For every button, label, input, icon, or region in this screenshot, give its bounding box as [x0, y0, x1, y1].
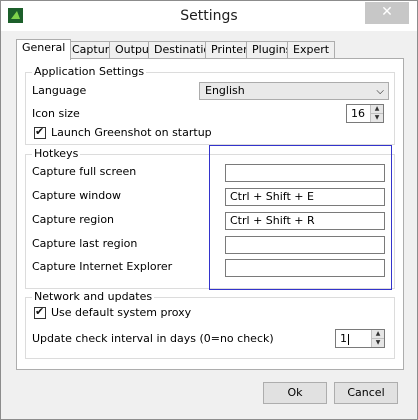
default-proxy-checkbox[interactable]	[34, 305, 46, 319]
hotkey-field-window[interactable]: Ctrl + Shift + E	[225, 188, 385, 206]
chevron-down-icon: ⌵	[376, 86, 384, 97]
icon-size-label: Icon size	[32, 107, 80, 120]
hotkey-label-full-screen: Capture full screen	[32, 165, 137, 178]
hotkey-label-window: Capture window	[32, 189, 121, 202]
spin-arrows-icon[interactable]: ▲ ▼	[370, 105, 383, 122]
update-interval-label: Update check interval in days (0=no chec…	[32, 332, 274, 345]
close-button[interactable]: ✕	[365, 2, 409, 24]
spin-down-icon[interactable]: ▼	[371, 114, 383, 122]
spin-up-icon[interactable]: ▲	[371, 105, 383, 114]
ok-button[interactable]: Ok	[263, 382, 327, 404]
hotkey-label-last-region: Capture last region	[32, 237, 138, 250]
settings-window: Settings ✕ General Capture Output Destin…	[0, 0, 418, 420]
tab-panel-general: Application Settings Language English ⌵ …	[16, 58, 404, 370]
spin-down-icon[interactable]: ▼	[372, 339, 384, 347]
group-title: Application Settings	[32, 65, 147, 78]
application-settings-group: Application Settings Language English ⌵ …	[25, 65, 395, 145]
language-dropdown[interactable]: English ⌵	[199, 82, 389, 100]
text-caret	[348, 333, 349, 345]
default-proxy-label: Use default system proxy	[51, 306, 192, 319]
hotkey-field-internet-explorer[interactable]	[225, 259, 385, 277]
icon-size-stepper[interactable]: 16 ▲ ▼	[346, 104, 384, 123]
icon-size-value: 16	[351, 107, 365, 120]
hotkey-field-region[interactable]: Ctrl + Shift + R	[225, 212, 385, 230]
update-interval-stepper[interactable]: 1 ▲ ▼	[335, 329, 385, 348]
launch-on-startup-label: Launch Greenshot on startup	[51, 126, 212, 139]
language-value: English	[205, 84, 245, 97]
hotkey-label-internet-explorer: Capture Internet Explorer	[32, 260, 173, 273]
hotkey-field-full-screen[interactable]	[225, 164, 385, 182]
window-title: Settings	[180, 8, 238, 24]
language-label: Language	[32, 84, 87, 97]
title-bar: Settings ✕	[1, 1, 417, 31]
spin-up-icon[interactable]: ▲	[372, 330, 384, 339]
hotkeys-group: Hotkeys Capture full screen Capture wind…	[25, 147, 395, 289]
network-updates-group: Network and updates Use default system p…	[25, 290, 395, 359]
hotkey-field-last-region[interactable]	[225, 236, 385, 254]
cancel-button[interactable]: Cancel	[334, 382, 398, 404]
group-title: Hotkeys	[32, 147, 81, 160]
update-interval-value: 1	[340, 332, 347, 345]
spin-arrows-icon[interactable]: ▲ ▼	[371, 330, 384, 347]
launch-on-startup-checkbox[interactable]	[34, 125, 46, 139]
group-title: Network and updates	[32, 290, 155, 303]
hotkey-label-region: Capture region	[32, 213, 115, 226]
tab-expert[interactable]: Expert	[287, 41, 336, 58]
tab-general[interactable]: General	[16, 39, 72, 60]
